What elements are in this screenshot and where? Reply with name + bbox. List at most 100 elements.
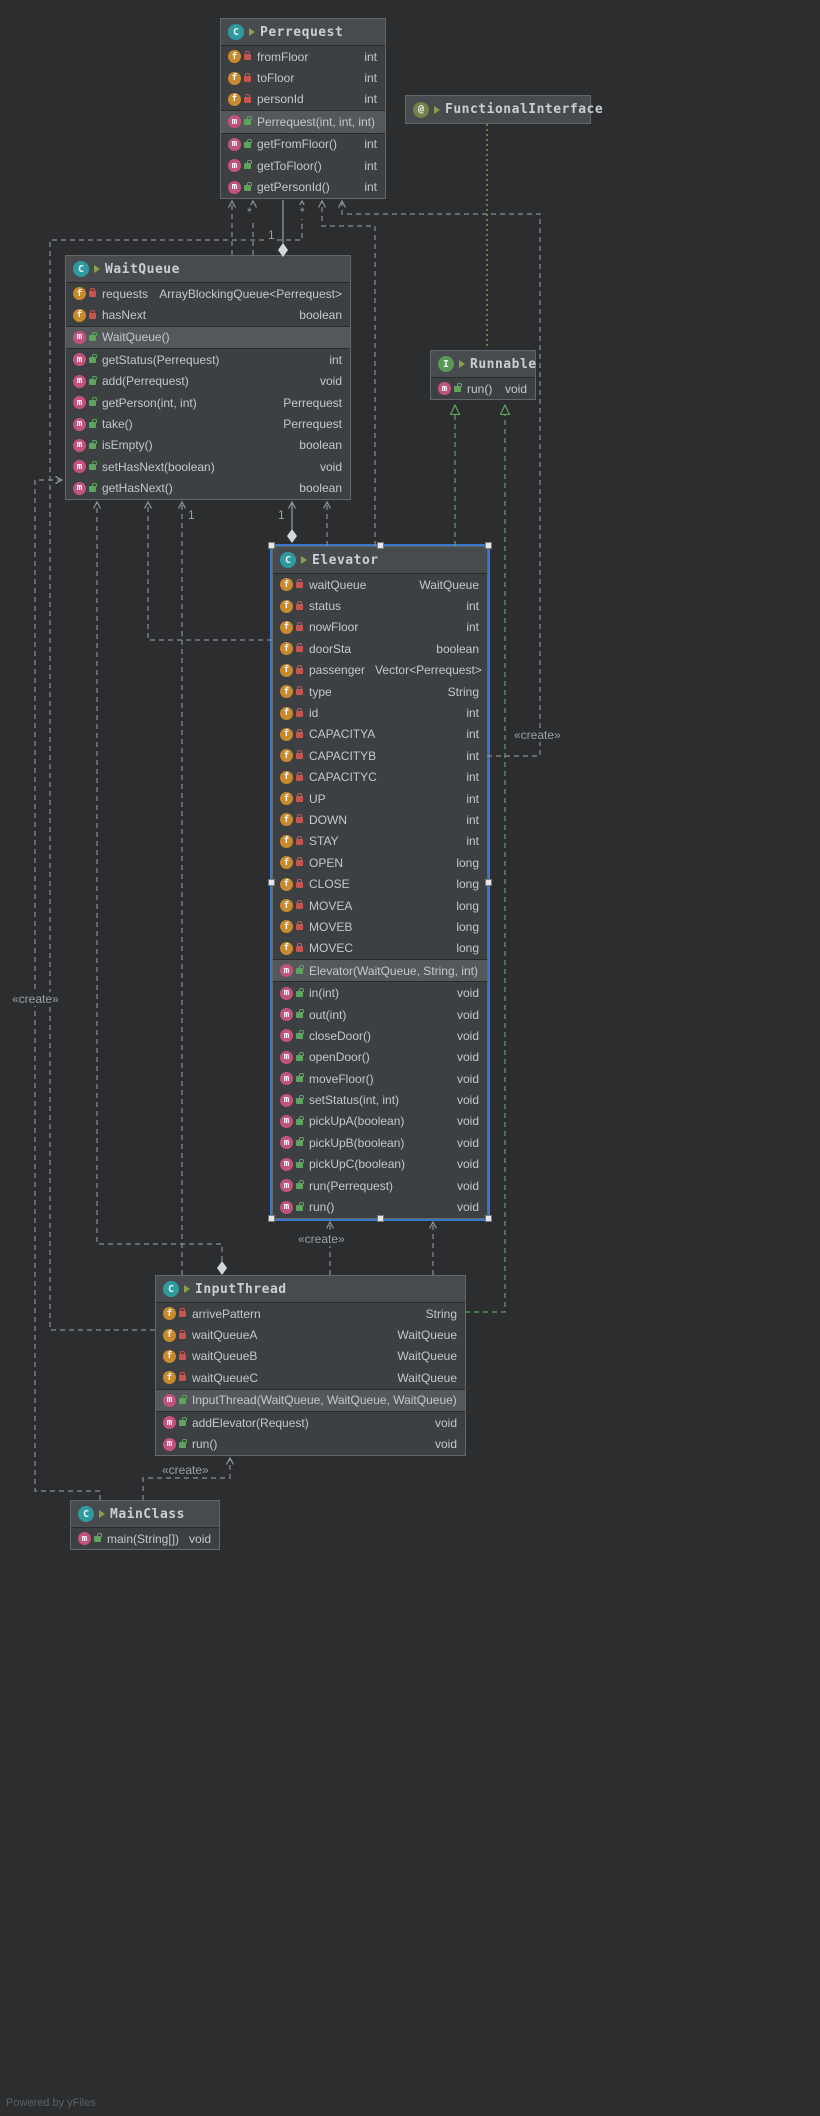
method-row[interactable]: m addElevator(Request) void bbox=[156, 1412, 465, 1433]
field-icon: f bbox=[280, 620, 293, 634]
field-row[interactable]: f hasNext boolean bbox=[66, 304, 350, 325]
class-node-waitqueue[interactable]: C WaitQueue f requests ArrayBlockingQueue<… bbox=[65, 255, 351, 500]
ctor-row[interactable]: m WaitQueue() bbox=[66, 326, 350, 349]
member-type: int bbox=[466, 770, 479, 785]
method-row[interactable]: m pickUpC(boolean) void bbox=[273, 1154, 487, 1175]
class-node-inputthread[interactable]: C InputThread f arrivePattern String f waitQ… bbox=[155, 1275, 466, 1456]
member-type: int bbox=[466, 834, 479, 849]
field-row[interactable]: f toFloor int bbox=[221, 67, 385, 88]
field-row[interactable]: f CAPACITYC int bbox=[273, 767, 487, 788]
field-row[interactable]: f nowFloor int bbox=[273, 617, 487, 638]
method-row[interactable]: m getPersonId() int bbox=[221, 176, 385, 197]
method-row[interactable]: m closeDoor() void bbox=[273, 1025, 487, 1046]
method-icon: m bbox=[280, 1029, 293, 1043]
method-row[interactable]: m run() void bbox=[431, 378, 535, 399]
class-header[interactable]: C WaitQueue bbox=[66, 256, 350, 283]
edge-label-multiplicity: * bbox=[298, 205, 307, 219]
field-row[interactable]: f waitQueueC WaitQueue bbox=[156, 1367, 465, 1388]
selection-handle[interactable] bbox=[485, 879, 492, 886]
field-row[interactable]: f passenger Vector<Perrequest> bbox=[273, 660, 487, 681]
method-row[interactable]: m run() void bbox=[156, 1433, 465, 1454]
method-row[interactable]: m getFromFloor() int bbox=[221, 134, 385, 155]
method-row[interactable]: m in(int) void bbox=[273, 982, 487, 1003]
member-name: pickUpB(boolean) bbox=[309, 1135, 405, 1150]
method-row[interactable]: m add(Perrequest) void bbox=[66, 371, 350, 392]
field-row[interactable]: f CAPACITYA int bbox=[273, 724, 487, 745]
ctor-row[interactable]: m Perrequest(int, int, int) bbox=[221, 111, 385, 133]
member-name: getPersonId() bbox=[257, 180, 330, 195]
class-node-perrequest[interactable]: C Perrequest f fromFloor int f toFloor int f pe… bbox=[220, 18, 386, 199]
method-row[interactable]: m getHasNext() boolean bbox=[66, 478, 350, 499]
class-header[interactable]: @ FunctionalInterface bbox=[406, 96, 603, 123]
ctor-row[interactable]: m InputThread(WaitQueue, WaitQueue, WaitQ… bbox=[156, 1389, 465, 1411]
method-row[interactable]: m out(int) void bbox=[273, 1004, 487, 1025]
method-icon: m bbox=[280, 1114, 293, 1128]
field-row[interactable]: f UP int bbox=[273, 788, 487, 809]
class-header[interactable]: C MainClass bbox=[71, 1501, 219, 1528]
method-icon: m bbox=[280, 1200, 293, 1214]
member-name: CAPACITYA bbox=[309, 727, 376, 742]
method-row[interactable]: m take() Perrequest bbox=[66, 413, 350, 434]
class-header[interactable]: C Perrequest bbox=[221, 19, 385, 46]
class-header[interactable]: I Runnable bbox=[431, 351, 536, 378]
selection-handle[interactable] bbox=[377, 1215, 384, 1222]
interface-node-runnable[interactable]: I Runnable m run() void bbox=[430, 350, 536, 401]
field-row[interactable]: f type String bbox=[273, 681, 487, 702]
method-row[interactable]: m pickUpA(boolean) void bbox=[273, 1111, 487, 1132]
member-name: in(int) bbox=[309, 986, 340, 1001]
selection-handle[interactable] bbox=[485, 1215, 492, 1222]
class-header[interactable]: C InputThread bbox=[156, 1276, 465, 1303]
field-row[interactable]: f personId int bbox=[221, 89, 385, 110]
ctor-row[interactable]: m Elevator(WaitQueue, String, int) bbox=[273, 960, 487, 982]
field-row[interactable]: f STAY int bbox=[273, 831, 487, 852]
field-row[interactable]: f fromFloor int bbox=[221, 46, 385, 67]
field-row[interactable]: f status int bbox=[273, 595, 487, 616]
annotation-node-functionalinterface[interactable]: @ FunctionalInterface bbox=[405, 95, 603, 124]
selection-handle[interactable] bbox=[377, 542, 384, 549]
field-row[interactable]: f CAPACITYB int bbox=[273, 745, 487, 766]
field-icon: f bbox=[228, 50, 241, 64]
field-row[interactable]: f waitQueue WaitQueue bbox=[273, 574, 487, 595]
method-row[interactable]: m run(Perrequest) void bbox=[273, 1175, 487, 1196]
member-type: void bbox=[456, 1050, 479, 1065]
field-row[interactable]: f requests ArrayBlockingQueue<Perrequest> bbox=[66, 283, 350, 304]
method-row[interactable]: m getToFloor() int bbox=[221, 155, 385, 176]
field-row[interactable]: f DOWN int bbox=[273, 809, 487, 830]
class-node-mainclass[interactable]: C MainClass m main(String[]) void bbox=[70, 1500, 220, 1551]
public-unlock-icon bbox=[89, 375, 97, 385]
method-row[interactable]: m setHasNext(boolean) void bbox=[66, 456, 350, 477]
selection-handle[interactable] bbox=[268, 542, 275, 549]
method-row[interactable]: m setStatus(int, int) void bbox=[273, 1089, 487, 1110]
method-icon: m bbox=[73, 374, 86, 388]
member-type: ArrayBlockingQueue<Perrequest> bbox=[159, 286, 342, 301]
field-row[interactable]: f MOVEB long bbox=[273, 916, 487, 937]
method-row[interactable]: m moveFloor() void bbox=[273, 1068, 487, 1089]
field-row[interactable]: f id int bbox=[273, 702, 487, 723]
method-row[interactable]: m pickUpB(boolean) void bbox=[273, 1132, 487, 1153]
field-row[interactable]: f OPEN long bbox=[273, 852, 487, 873]
method-row[interactable]: m openDoor() void bbox=[273, 1047, 487, 1068]
field-row[interactable]: f arrivePattern String bbox=[156, 1303, 465, 1324]
field-row[interactable]: f CLOSE long bbox=[273, 873, 487, 894]
class-node-elevator[interactable]: C Elevator f waitQueue WaitQueue f status int… bbox=[270, 544, 490, 1221]
selection-handle[interactable] bbox=[485, 542, 492, 549]
selection-handle[interactable] bbox=[268, 879, 275, 886]
method-row[interactable]: m getPerson(int, int) Perrequest bbox=[66, 392, 350, 413]
member-type: WaitQueue bbox=[397, 1328, 457, 1343]
method-row[interactable]: m getStatus(Perrequest) int bbox=[66, 349, 350, 370]
visibility-icon bbox=[434, 105, 440, 114]
field-row[interactable]: f waitQueueA WaitQueue bbox=[156, 1324, 465, 1345]
visibility-icon bbox=[459, 360, 465, 368]
class-header[interactable]: C Elevator bbox=[273, 547, 487, 574]
field-row[interactable]: f doorSta boolean bbox=[273, 638, 487, 659]
field-row[interactable]: f MOVEA long bbox=[273, 895, 487, 916]
field-row[interactable]: f waitQueueB WaitQueue bbox=[156, 1346, 465, 1367]
field-icon: f bbox=[163, 1307, 176, 1321]
method-row[interactable]: m main(String[]) void bbox=[71, 1528, 219, 1549]
private-lock-icon bbox=[179, 1308, 186, 1318]
selection-handle[interactable] bbox=[268, 1215, 275, 1222]
method-row[interactable]: m isEmpty() boolean bbox=[66, 435, 350, 456]
private-lock-icon bbox=[296, 857, 303, 867]
field-row[interactable]: f MOVEC long bbox=[273, 938, 487, 959]
uml-diagram-canvas[interactable]: «create» «create» «create» «create» * * … bbox=[0, 0, 820, 2116]
